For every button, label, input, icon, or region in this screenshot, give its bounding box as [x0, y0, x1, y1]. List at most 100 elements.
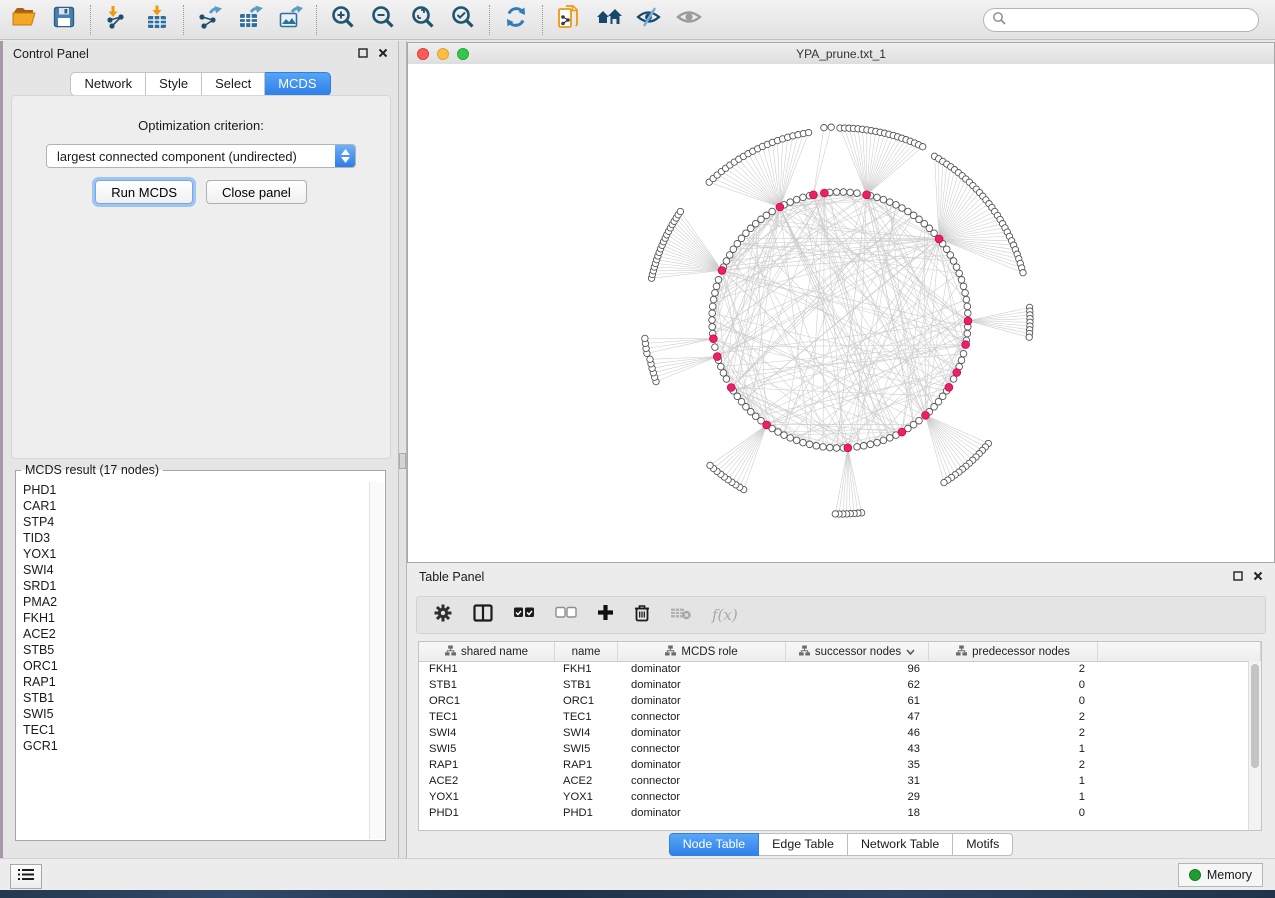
create-column-button[interactable]: [597, 604, 614, 626]
tab-network-table[interactable]: Network Table: [848, 833, 953, 856]
cell-predecessor-nodes: 1: [929, 775, 1098, 787]
table-row[interactable]: TEC1TEC1connector472: [419, 709, 1248, 725]
mcds-result-item[interactable]: PHD1: [17, 482, 370, 498]
splitter-handle-icon[interactable]: [399, 453, 406, 469]
column-header-mcds-role[interactable]: MCDS role: [618, 642, 786, 661]
refresh-button[interactable]: [496, 3, 536, 37]
import-table-button[interactable]: [137, 3, 177, 37]
column-header-predecessor-nodes[interactable]: predecessor nodes: [929, 642, 1098, 661]
mcds-result-item[interactable]: SRD1: [17, 578, 370, 594]
open-folder-icon: [11, 4, 37, 35]
tab-select[interactable]: Select: [202, 72, 265, 96]
tree-icon: [799, 645, 810, 659]
mcds-result-item[interactable]: PMA2: [17, 594, 370, 610]
mcds-result-item[interactable]: SWI5: [17, 706, 370, 722]
memory-button[interactable]: Memory: [1178, 863, 1263, 887]
column-label: predecessor nodes: [972, 646, 1070, 658]
show-column-panel-button[interactable]: [473, 604, 493, 627]
mcds-result-item[interactable]: TID3: [17, 530, 370, 546]
mcds-result-item[interactable]: ACE2: [17, 626, 370, 642]
table-row[interactable]: PHD1PHD1dominator180: [419, 805, 1248, 821]
network-canvas[interactable]: [408, 64, 1274, 562]
result-list-scrollbar[interactable]: [369, 482, 384, 839]
mcds-result-item[interactable]: SWI4: [17, 562, 370, 578]
export-image-button[interactable]: [270, 3, 310, 37]
criterion-select[interactable]: largest connected component (undirected): [46, 144, 356, 168]
table-scrollbar[interactable]: [1248, 661, 1261, 830]
zoom-out-button[interactable]: [363, 3, 403, 37]
mcds-result-item[interactable]: ORC1: [17, 658, 370, 674]
tab-motifs[interactable]: Motifs: [953, 833, 1013, 856]
select-all-columns-button[interactable]: [513, 606, 535, 624]
task-history-button[interactable]: [10, 864, 42, 889]
houses-icon: [595, 4, 623, 35]
close-panel-icon[interactable]: [1253, 570, 1263, 584]
cell-name: ORC1: [555, 695, 618, 707]
table-row[interactable]: ACE2ACE2connector311: [419, 773, 1248, 789]
mcds-result-item[interactable]: GCR1: [17, 738, 370, 754]
float-panel-icon[interactable]: [358, 47, 368, 61]
network-graph[interactable]: [408, 64, 1274, 562]
mcds-result-item[interactable]: CAR1: [17, 498, 370, 514]
table-tabs: Node TableEdge TableNetwork TableMotifs: [407, 833, 1275, 856]
cell-successor-nodes: 29: [786, 791, 929, 803]
function-builder-button: f(x): [712, 606, 738, 624]
mcds-result-item[interactable]: STP4: [17, 514, 370, 530]
cell-predecessor-nodes: 0: [929, 679, 1098, 691]
column-header-successor-nodes[interactable]: successor nodes: [786, 642, 929, 661]
table-settings-button[interactable]: [433, 603, 453, 628]
control-panel-tabs: NetworkStyleSelectMCDS: [3, 72, 398, 96]
export-network-button[interactable]: [190, 3, 230, 37]
table-row[interactable]: FKH1FKH1dominator962: [419, 661, 1248, 677]
run-mcds-button[interactable]: Run MCDS: [95, 180, 193, 204]
mcds-panel: Optimization criterion: largest connecte…: [11, 95, 391, 459]
column-header-name[interactable]: name: [555, 642, 618, 661]
table-row[interactable]: SWI5SWI5connector431: [419, 741, 1248, 757]
panel-splitter[interactable]: [399, 41, 407, 858]
table-row[interactable]: STB1STB1dominator620: [419, 677, 1248, 693]
home-networks-button[interactable]: [589, 3, 629, 37]
mcds-result-item[interactable]: STB5: [17, 642, 370, 658]
cell-name: TEC1: [555, 711, 618, 723]
float-panel-icon[interactable]: [1233, 570, 1243, 584]
network-window-titlebar: YPA_prune.txt_1: [408, 43, 1274, 65]
delete-column-button[interactable]: [634, 604, 650, 627]
unselect-all-columns-button[interactable]: [555, 606, 577, 624]
hide-graphics-button[interactable]: [629, 3, 669, 37]
tab-node-table[interactable]: Node Table: [669, 833, 759, 856]
mcds-result-item[interactable]: STB1: [17, 690, 370, 706]
table-row[interactable]: SWI4SWI4dominator462: [419, 725, 1248, 741]
mcds-result-item[interactable]: FKH1: [17, 610, 370, 626]
toolbar-separator: [489, 5, 490, 35]
zoom-selected-button[interactable]: [443, 3, 483, 37]
tab-network[interactable]: Network: [70, 72, 146, 96]
save-session-button[interactable]: [44, 3, 84, 37]
mcds-result-item[interactable]: YOX1: [17, 546, 370, 562]
import-network-button[interactable]: [97, 3, 137, 37]
table-panel-header: Table Panel: [407, 565, 1275, 589]
table-row[interactable]: YOX1YOX1connector291: [419, 789, 1248, 805]
mcds-result-item[interactable]: TEC1: [17, 722, 370, 738]
close-panel-button[interactable]: Close panel: [206, 180, 307, 204]
column-header-shared-name[interactable]: shared name: [419, 642, 555, 661]
search-input[interactable]: [1012, 12, 1250, 28]
cell-mcds-role: dominator: [618, 807, 786, 819]
clone-network-button[interactable]: [549, 3, 589, 37]
table-row[interactable]: ORC1ORC1dominator610: [419, 693, 1248, 709]
zoom-in-button[interactable]: [323, 3, 363, 37]
search-box[interactable]: [983, 8, 1259, 32]
open-file-button[interactable]: [4, 3, 44, 37]
checked-boxes-icon: [513, 606, 535, 624]
network-window: YPA_prune.txt_1: [407, 42, 1275, 563]
tab-mcds[interactable]: MCDS: [265, 72, 330, 96]
close-panel-icon[interactable]: [378, 47, 388, 61]
table-row[interactable]: RAP1RAP1dominator352: [419, 757, 1248, 773]
tab-style[interactable]: Style: [146, 72, 202, 96]
zoom-fit-button[interactable]: [403, 3, 443, 37]
tab-edge-table[interactable]: Edge Table: [759, 833, 848, 856]
table-scrollbar-thumb[interactable]: [1251, 664, 1259, 768]
mcds-result-item[interactable]: RAP1: [17, 674, 370, 690]
export-table-button[interactable]: [230, 3, 270, 37]
cell-shared-name: TEC1: [419, 711, 555, 723]
column-label: successor nodes: [815, 646, 901, 658]
